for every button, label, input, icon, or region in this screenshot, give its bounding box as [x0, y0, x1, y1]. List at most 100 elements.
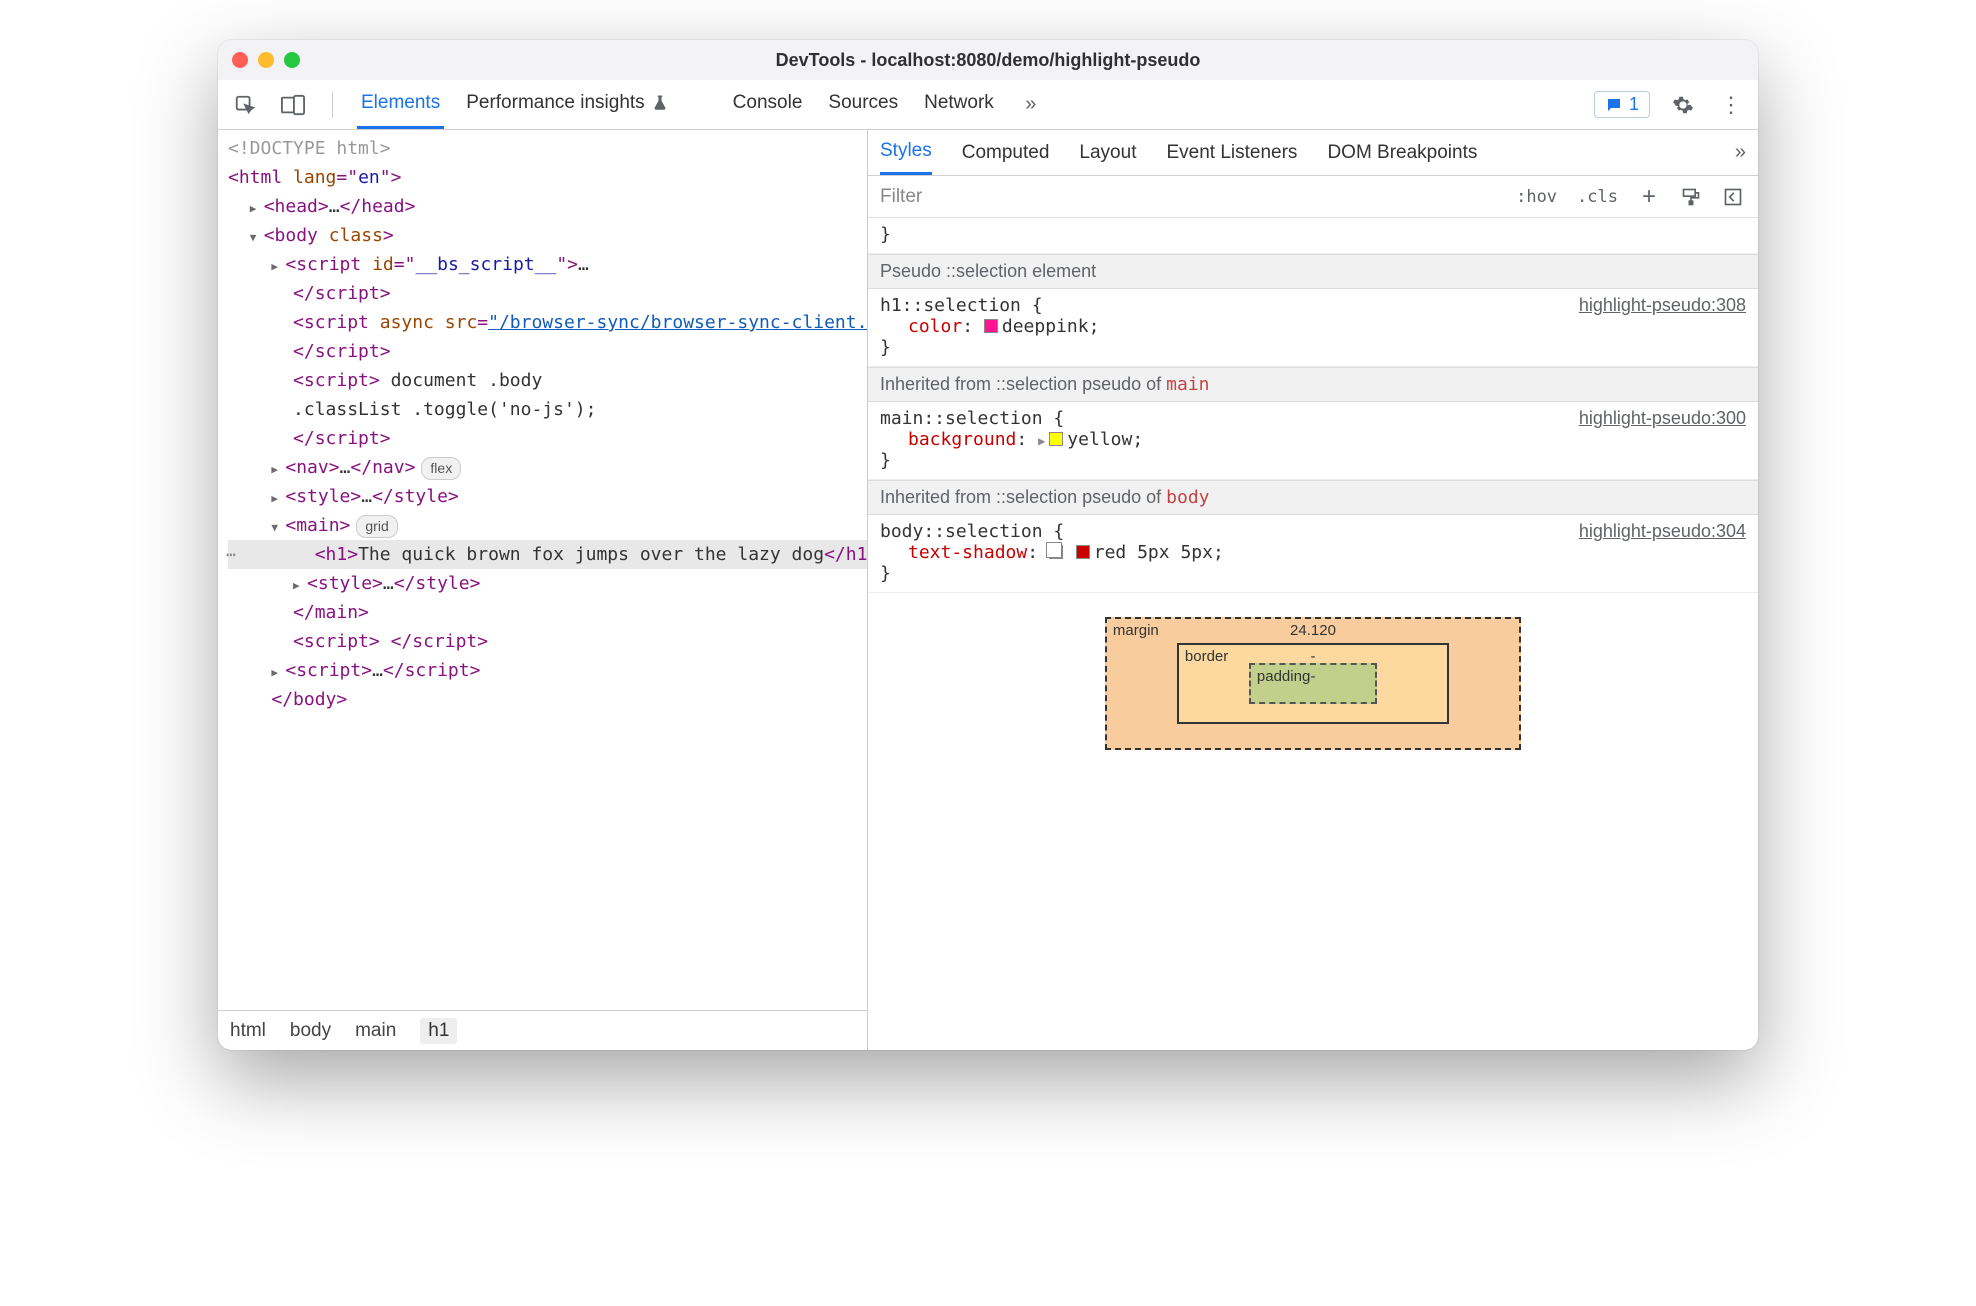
script-close[interactable]: </script> [293, 428, 391, 449]
prop-name[interactable]: color [908, 316, 962, 337]
tab-perf-label: Performance insights [466, 92, 644, 114]
dom-tree[interactable]: <!DOCTYPE html> <html lang="en"> <head>…… [218, 130, 867, 1010]
color-swatch[interactable] [1049, 432, 1063, 446]
crumb-h1[interactable]: h1 [420, 1018, 457, 1044]
rule-source-link[interactable]: highlight-pseudo:308 [1579, 295, 1746, 316]
padding-label: padding [1257, 668, 1310, 685]
style-rule[interactable]: highlight-pseudo:300 main::selection { b… [868, 402, 1758, 480]
subtab-styles[interactable]: Styles [880, 130, 932, 175]
caret-icon[interactable] [271, 512, 285, 539]
tab-elements[interactable]: Elements [357, 80, 444, 129]
devtools-window: DevTools - localhost:8080/demo/highlight… [218, 40, 1758, 1050]
flex-badge[interactable]: flex [421, 457, 461, 480]
inherited-section-title: Inherited from ::selection pseudo of mai… [868, 367, 1758, 402]
caret-icon[interactable] [271, 657, 285, 684]
box-margin[interactable]: margin 24.120 border - padding - [1105, 617, 1521, 750]
h1-text: The quick brown fox jumps over the lazy … [358, 544, 824, 565]
prop-value[interactable]: red 5px 5px [1094, 542, 1213, 563]
brace-close: } [880, 337, 1746, 358]
nav-tag[interactable]: <nav> [285, 457, 339, 478]
kebab-menu-icon[interactable]: ⋮ [1716, 90, 1746, 120]
main-tag[interactable]: <main> [285, 515, 350, 536]
box-model[interactable]: margin 24.120 border - padding - [868, 593, 1758, 750]
style-tag[interactable]: <style> [307, 573, 383, 594]
caret-icon[interactable] [271, 454, 285, 481]
padding-top-value[interactable]: - [1310, 668, 1315, 685]
prop-name[interactable]: text-shadow [908, 542, 1027, 563]
html-tag[interactable]: <html lang="en"> [228, 167, 401, 188]
crumb-body[interactable]: body [290, 1020, 331, 1042]
caret-icon[interactable] [271, 251, 285, 278]
styles-filter-input[interactable] [878, 185, 1500, 209]
brace-close: } [880, 563, 1746, 584]
body-close[interactable]: </body> [271, 689, 347, 710]
shadow-icon[interactable] [1049, 545, 1063, 559]
cls-toggle[interactable]: .cls [1573, 187, 1622, 207]
style-rule[interactable]: highlight-pseudo:304 body::selection { t… [868, 515, 1758, 593]
brace-close: } [880, 224, 1746, 245]
crumb-html[interactable]: html [230, 1020, 266, 1042]
script-bs-tag[interactable]: <script id="__bs_script__"> [285, 254, 578, 275]
box-padding[interactable]: padding - [1249, 663, 1377, 704]
style-tag[interactable]: <style> [285, 486, 361, 507]
divider [332, 92, 333, 118]
main-close[interactable]: </main> [293, 602, 369, 623]
device-toggle-icon[interactable] [278, 90, 308, 120]
caret-icon[interactable] [271, 483, 285, 510]
box-border[interactable]: border - padding - [1177, 643, 1449, 724]
color-swatch[interactable] [984, 319, 998, 333]
subtab-event-listeners[interactable]: Event Listeners [1166, 142, 1297, 164]
caret-icon[interactable] [293, 570, 307, 597]
color-swatch[interactable] [1076, 545, 1090, 559]
head-tag[interactable]: <head> [264, 196, 329, 217]
style-rule[interactable]: highlight-pseudo:308 h1::selection { col… [868, 289, 1758, 367]
messages-badge[interactable]: 1 [1594, 91, 1650, 118]
tab-performance-insights[interactable]: Performance insights [462, 80, 672, 129]
paint-icon[interactable] [1676, 182, 1706, 212]
more-subtabs-icon[interactable]: » [1735, 141, 1746, 164]
settings-icon[interactable] [1668, 90, 1698, 120]
script-inline-text[interactable]: document .body [380, 370, 543, 391]
styles-rules-list[interactable]: } Pseudo ::selection element highlight-p… [868, 218, 1758, 1050]
more-tabs-icon[interactable]: » [1016, 90, 1046, 120]
script-collapsed[interactable]: <script> [285, 660, 372, 681]
expand-icon[interactable]: ▶ [1038, 434, 1045, 448]
selected-node[interactable]: <h1>The quick brown fox jumps over the l… [228, 540, 867, 569]
script-empty[interactable]: <script> </script> [293, 631, 488, 652]
prop-name[interactable]: background [908, 429, 1016, 450]
script-async-tag[interactable]: <script async src= [293, 312, 488, 333]
rule-source-link[interactable]: highlight-pseudo:304 [1579, 521, 1746, 542]
prop-value[interactable]: deeppink [1002, 316, 1089, 337]
doctype[interactable]: <!DOCTYPE html> [228, 138, 391, 159]
rule-source-link[interactable]: highlight-pseudo:300 [1579, 408, 1746, 429]
new-style-rule-icon[interactable]: + [1634, 182, 1664, 212]
border-label: border [1185, 648, 1228, 665]
inspect-icon[interactable] [230, 90, 260, 120]
subtab-computed[interactable]: Computed [962, 142, 1050, 164]
tab-console[interactable]: Console [729, 80, 807, 129]
subtab-dom-breakpoints[interactable]: DOM Breakpoints [1327, 142, 1477, 164]
messages-count: 1 [1629, 94, 1639, 115]
subtab-layout[interactable]: Layout [1079, 142, 1136, 164]
script-close[interactable]: </script> [293, 283, 391, 304]
script-close[interactable]: </script> [293, 341, 391, 362]
tab-network[interactable]: Network [920, 80, 998, 129]
script-inline-tag[interactable]: <script> [293, 370, 380, 391]
brace-close: } [880, 450, 1746, 471]
caret-icon[interactable] [250, 222, 264, 249]
hov-toggle[interactable]: :hov [1512, 187, 1561, 207]
caret-icon[interactable] [250, 193, 264, 220]
script-inline-text-2[interactable]: .classList .toggle('no-js'); [293, 399, 596, 420]
elements-panel: <!DOCTYPE html> <html lang="en"> <head>…… [218, 130, 868, 1050]
crumb-main[interactable]: main [355, 1020, 396, 1042]
prop-value[interactable]: yellow [1067, 429, 1132, 450]
body-tag[interactable]: <body class> [264, 225, 394, 246]
margin-top-value[interactable]: 24.120 [1290, 622, 1336, 639]
tab-sources[interactable]: Sources [824, 80, 902, 129]
flask-icon [651, 94, 669, 112]
toggle-computed-icon[interactable] [1718, 182, 1748, 212]
grid-badge[interactable]: grid [356, 515, 397, 538]
styles-filter-bar: :hov .cls + [868, 176, 1758, 218]
styles-panel-container: Styles Computed Layout Event Listeners D… [868, 130, 1758, 1050]
browser-sync-link[interactable]: "/browser-sync/browser-sync-client.js?v=… [488, 312, 867, 333]
